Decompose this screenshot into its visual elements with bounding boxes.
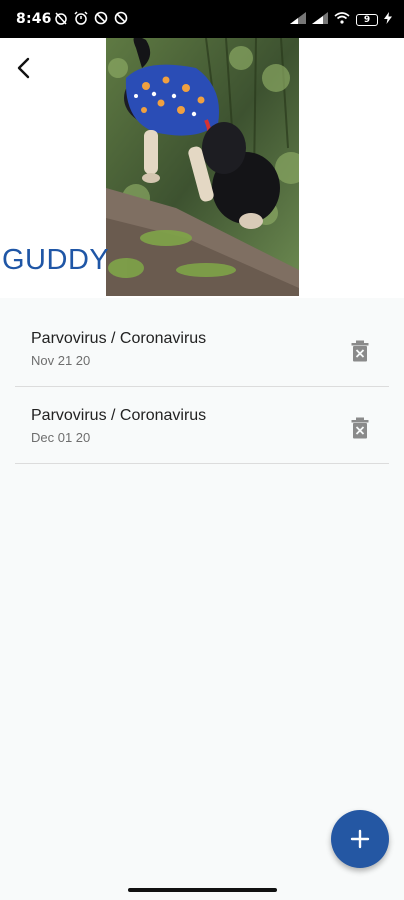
status-right-icons: 9 [290, 11, 392, 29]
alarm-icon [74, 11, 88, 25]
status-bar: 8:46 9 [0, 0, 404, 38]
delete-icon [351, 417, 369, 439]
add-record-button[interactable] [331, 810, 389, 868]
list-item[interactable]: Parvovirus / Coronavirus Nov 21 20 [15, 310, 389, 387]
charging-icon [384, 11, 392, 29]
delete-button[interactable] [349, 338, 371, 364]
vaccination-list: Parvovirus / Coronavirus Nov 21 20 Parvo… [0, 298, 404, 900]
pet-name: GUDDY [2, 244, 110, 276]
signal-icon [312, 11, 328, 29]
delete-icon [351, 340, 369, 362]
blocked-icon [94, 11, 108, 25]
chevron-left-icon [17, 57, 30, 79]
record-title: Parvovirus / Coronavirus [31, 407, 207, 424]
delete-button[interactable] [349, 415, 371, 441]
wifi-icon [334, 11, 350, 29]
signal-icon [290, 11, 306, 29]
record-title: Parvovirus / Coronavirus [31, 330, 207, 347]
pet-header: GUDDY [0, 38, 404, 298]
status-time: 8:46 [16, 11, 52, 27]
plus-icon [350, 829, 370, 849]
blocked-icon [114, 11, 128, 25]
status-left-icons [54, 11, 128, 25]
home-indicator[interactable] [128, 888, 277, 892]
back-button[interactable] [10, 54, 38, 82]
alarm-off-icon [54, 11, 68, 25]
battery-icon: 9 [356, 14, 378, 26]
record-date: Nov 21 20 [31, 353, 91, 368]
record-date: Dec 01 20 [31, 430, 91, 445]
list-item[interactable]: Parvovirus / Coronavirus Dec 01 20 [15, 387, 389, 464]
dog-photo [106, 38, 299, 296]
